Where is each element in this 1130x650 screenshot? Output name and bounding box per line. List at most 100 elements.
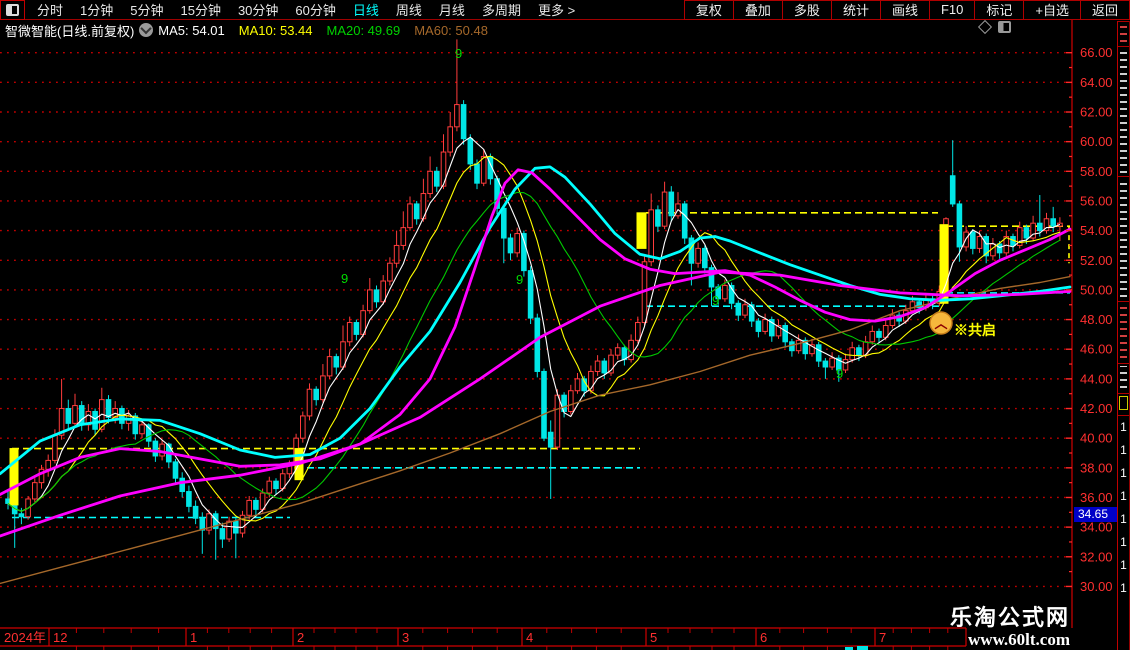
candle-body	[467, 138, 474, 165]
stock-title: 智微智能(日线.前复权)	[5, 23, 135, 39]
month-label: 5	[650, 630, 657, 645]
month-label: 3	[402, 630, 409, 645]
tab-15分钟[interactable]: 15分钟	[180, 0, 220, 19]
toolbar-button-F10[interactable]: F10	[928, 0, 975, 20]
diamond-icon[interactable]	[977, 19, 993, 35]
td9-marker: 9	[836, 366, 843, 381]
toolbar-buttons: 复权 叠加 多股 统计 画线 F10 标记 +自选 返回	[683, 0, 1130, 20]
candle-body	[782, 324, 789, 343]
tab-60分钟[interactable]: 60分钟	[295, 0, 335, 19]
signal-bar	[636, 212, 647, 249]
candle-body	[681, 203, 688, 239]
candle-body	[253, 499, 259, 510]
toolbar-button-+自选[interactable]: +自选	[1023, 0, 1080, 20]
toolbar-button-画线[interactable]: 画线	[879, 0, 929, 20]
price-label: 48.00	[1080, 312, 1113, 327]
tab-1分钟[interactable]: 1分钟	[80, 0, 113, 19]
candle-body	[568, 390, 574, 412]
price-label: 30.00	[1080, 579, 1113, 594]
candle-body	[1050, 218, 1057, 227]
toolbar-button-统计[interactable]: 统计	[830, 0, 880, 20]
candle-body	[822, 360, 829, 368]
candle-body	[353, 322, 360, 335]
signal-flag-glyph: ︿	[934, 316, 947, 331]
td9-marker: 9	[341, 271, 348, 286]
candle-body	[454, 104, 460, 128]
candle-body	[474, 163, 480, 184]
tab-日线[interactable]: 日线	[353, 0, 379, 19]
watermark-site-name: 乐淘公式网	[949, 605, 1070, 630]
candle-body	[460, 104, 467, 140]
tab-月线[interactable]: 月线	[439, 0, 465, 19]
candle-body	[648, 209, 655, 263]
ma-legend: MA5: 54.01 MA10: 53.44 MA20: 49.69 MA60: 50…	[158, 23, 502, 38]
price-label: 58.00	[1080, 164, 1113, 179]
candle-body	[313, 388, 319, 401]
panel-toggle-icon[interactable]	[998, 21, 1011, 33]
price-label: 36.00	[1080, 490, 1113, 505]
candle-body	[367, 289, 373, 312]
candle-body	[842, 359, 849, 371]
candle-body	[380, 280, 386, 303]
month-label: 7	[879, 630, 886, 645]
candle-body	[320, 375, 326, 401]
toolbar-button-多股[interactable]: 多股	[781, 0, 831, 20]
candle-body	[635, 322, 641, 341]
year-label: 2024年	[4, 630, 46, 645]
candle-body	[547, 431, 554, 448]
candle-body	[407, 203, 413, 229]
toolbar-button-返回[interactable]: 返回	[1079, 0, 1130, 20]
tab-5分钟[interactable]: 5分钟	[130, 0, 163, 19]
period-tabs: 分时 1分钟 5分钟 15分钟 30分钟 60分钟 日线 周线 月线 多周期 更多 >	[25, 0, 684, 19]
panel-level-digit: 1	[1120, 581, 1127, 595]
toolbar-button-叠加[interactable]: 叠加	[732, 0, 782, 20]
candle-body	[655, 209, 661, 227]
tab-30分钟[interactable]: 30分钟	[238, 0, 278, 19]
candle-body	[306, 388, 313, 417]
tab-周线[interactable]: 周线	[396, 0, 422, 19]
candle-body	[273, 480, 279, 490]
candle-body	[534, 317, 541, 372]
tab-更多 >[interactable]: 更多 >	[538, 0, 575, 19]
price-label: 62.00	[1080, 105, 1113, 120]
chevron-down-icon[interactable]	[139, 23, 154, 37]
candle-body	[996, 243, 1003, 254]
month-label: 1	[190, 630, 197, 645]
candle-body	[427, 170, 433, 195]
month-label: 4	[526, 630, 533, 645]
right-panel-edge[interactable]: 1 1 1 1 1 1 1 1	[1117, 21, 1130, 650]
candle-body	[722, 284, 728, 300]
candle-body	[413, 203, 420, 220]
toolbar-button-复权[interactable]: 复权	[683, 0, 733, 20]
candle-body	[226, 520, 232, 540]
candle-body	[755, 320, 762, 332]
price-label: 60.00	[1080, 134, 1113, 149]
candle-body	[668, 191, 675, 217]
month-label: 6	[760, 630, 767, 645]
window-layout-button[interactable]	[0, 0, 25, 20]
trading-app-window: 9 9 9 9 9 ︿ ※共启 66.00 64.00 62.00 60.00 58.00 56.00 5…	[0, 0, 1130, 650]
candle-body	[574, 378, 581, 392]
panel-level-digit: 1	[1120, 512, 1127, 526]
ma-line-MA20	[7, 191, 1061, 512]
candle-body	[45, 459, 52, 470]
candle-body	[742, 304, 748, 316]
candle-body	[219, 528, 226, 540]
signal-flag-label: ※共启	[954, 322, 996, 338]
toolbar-button-标记[interactable]: 标记	[974, 0, 1024, 20]
panel-level-digit: 1	[1120, 535, 1127, 549]
candle-body	[179, 477, 185, 493]
candle-body	[527, 270, 534, 319]
panel-level-digit: 1	[1120, 558, 1127, 572]
candle-body	[762, 319, 768, 332]
candle-body	[434, 170, 440, 187]
ma-legend-value: MA10: 53.44	[238, 22, 313, 38]
candle-body	[869, 330, 876, 343]
price-label: 54.00	[1080, 223, 1113, 238]
candle-body	[393, 244, 400, 264]
candle-body	[387, 262, 393, 282]
candle-body	[829, 357, 835, 368]
tab-分时[interactable]: 分时	[37, 0, 63, 19]
window-split-icon	[6, 3, 19, 16]
tab-多周期[interactable]: 多周期	[482, 0, 521, 19]
